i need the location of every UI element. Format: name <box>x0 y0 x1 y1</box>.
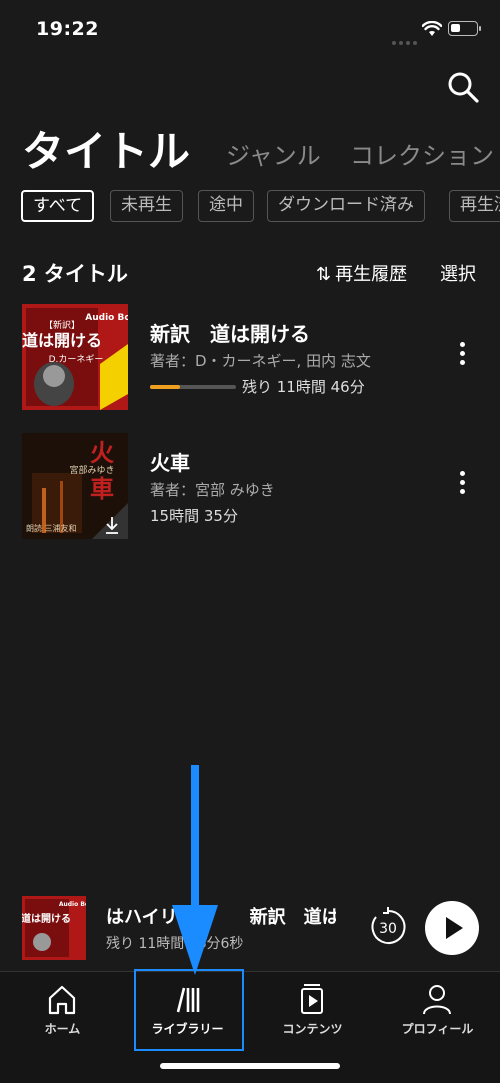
book-cover: 火 宮部みゆき 車 朗読 三浦友和 <box>22 433 128 539</box>
tab-profile[interactable]: プロフィール <box>375 972 500 1052</box>
book-author: 著者：D・カーネギー, 田内 志文 <box>150 352 371 370</box>
filter-chips: すべて 未再生 途中 ダウンロード済み 再生済 <box>21 190 500 224</box>
list-header: 2 タイトル ⇅ 再生履歴 選択 <box>22 258 480 288</box>
rewind-seconds: 30 <box>379 921 397 937</box>
mini-cover-brand: Audio Book <box>59 901 86 908</box>
mini-player-title: はハイリック 新訳 道は開ける <box>106 907 336 927</box>
time-remaining: 残り 11時間 46分 <box>242 378 365 396</box>
annotation-arrow-icon <box>172 765 218 975</box>
book-item[interactable]: 火 宮部みゆき 車 朗読 三浦友和 火車 著者：宮部 みゆき 15時間 35分 <box>22 433 480 539</box>
search-icon[interactable] <box>446 70 480 104</box>
wifi-icon <box>422 21 442 36</box>
play-icon <box>446 917 463 939</box>
tab-home[interactable]: ホーム <box>0 972 125 1052</box>
filter-unplayed[interactable]: 未再生 <box>110 190 183 222</box>
tab-collection[interactable]: コレクション <box>350 136 494 171</box>
book-duration: 15時間 35分 <box>150 507 238 525</box>
rewind-30-icon[interactable]: 30 <box>366 905 410 949</box>
book-item[interactable]: 【新訳】 道は開ける D.カーネギー Audio Book 新訳 道は開ける 著… <box>22 304 480 410</box>
progress-bar <box>150 385 236 389</box>
cover-top-text: 【新訳】 <box>44 319 80 331</box>
sort-label: 再生履歴 <box>335 264 408 285</box>
tab-genre[interactable]: ジャンル <box>226 136 321 171</box>
tab-titles[interactable]: タイトル <box>22 118 190 174</box>
content-icon <box>301 984 323 1014</box>
home-icon <box>48 985 76 1015</box>
home-indicator <box>160 1063 340 1069</box>
mini-player-cover: 道は開ける Audio Book <box>22 896 86 960</box>
filter-all[interactable]: すべて <box>21 190 95 222</box>
cover-kanji-2: 車 <box>90 475 114 503</box>
profile-icon <box>423 985 451 1015</box>
book-cover: 【新訳】 道は開ける D.カーネギー Audio Book <box>22 304 128 410</box>
tab-content[interactable]: コンテンツ <box>250 972 375 1052</box>
more-options-icon[interactable] <box>452 471 472 501</box>
status-time: 19:22 <box>36 18 99 40</box>
filter-downloaded[interactable]: ダウンロード済み <box>267 190 425 222</box>
library-tabs: タイトル ジャンル コレクション <box>22 118 500 174</box>
play-button[interactable] <box>425 901 479 955</box>
cover-narrator-text: 朗読 三浦友和 <box>26 523 77 533</box>
tab-label: プロフィール <box>401 1022 474 1036</box>
filter-in-progress[interactable]: 途中 <box>198 190 254 222</box>
signal-dots-icon <box>392 30 420 49</box>
title-count: 2 タイトル <box>22 262 128 286</box>
sort-button[interactable]: ⇅ 再生履歴 <box>316 260 407 286</box>
tab-label: コンテンツ <box>282 1022 343 1036</box>
book-author: 著者：宮部 みゆき <box>150 481 275 499</box>
select-button[interactable]: 選択 <box>440 260 476 286</box>
book-title: 火車 <box>150 451 190 475</box>
mini-player[interactable]: 道は開ける Audio Book はハイリック 新訳 道は開ける 残り 11時間… <box>0 885 500 971</box>
cover-kanji-1: 火 <box>90 439 114 467</box>
filter-played[interactable]: 再生済 <box>449 190 500 222</box>
book-title: 新訳 道は開ける <box>150 322 310 346</box>
status-bar: 19:22 <box>0 0 500 62</box>
annotation-highlight-box <box>134 969 244 1051</box>
tab-label: ホーム <box>44 1022 81 1036</box>
battery-icon <box>448 21 481 36</box>
cover-brand-text: Audio Book <box>85 313 128 323</box>
progress-fill <box>150 385 181 389</box>
more-options-icon[interactable] <box>452 342 472 372</box>
mini-cover-text: 道は開ける <box>22 912 71 925</box>
sort-icon: ⇅ <box>316 264 332 285</box>
cover-main-text: 道は開ける <box>22 331 102 350</box>
